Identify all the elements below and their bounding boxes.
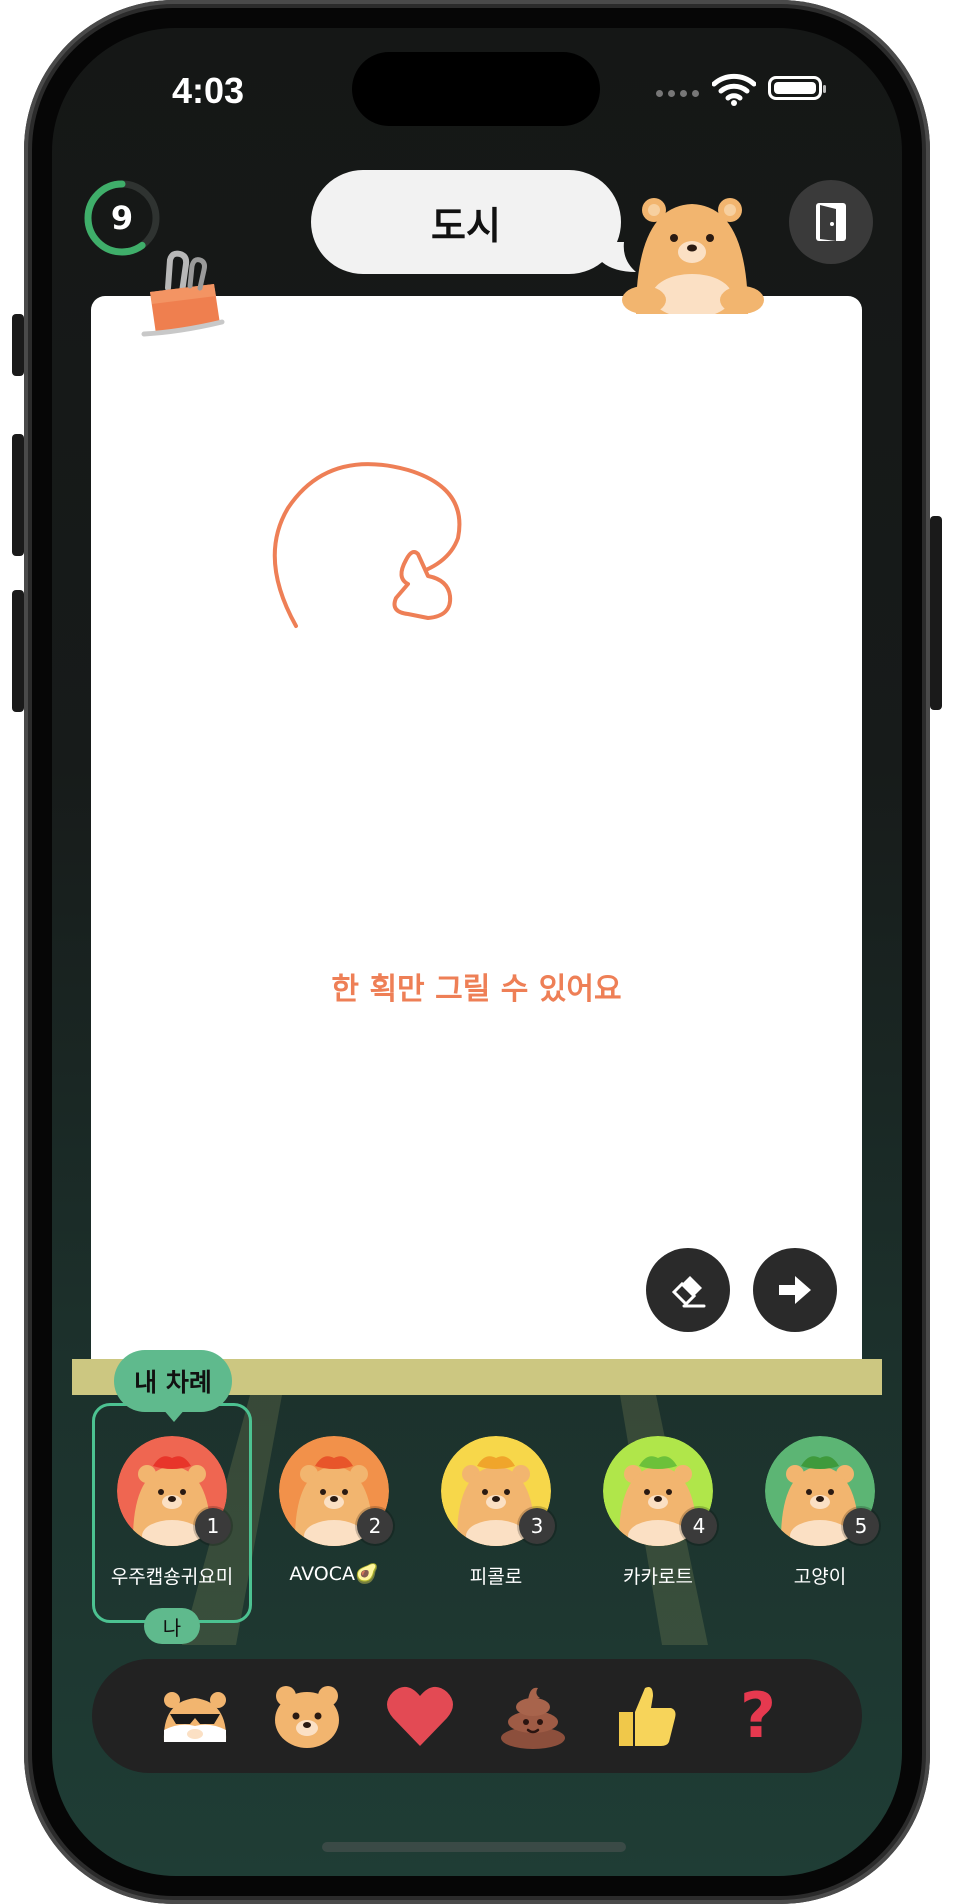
battery-icon [768, 76, 826, 100]
bear-mascot-icon [622, 198, 764, 314]
volume-down-button [12, 590, 24, 712]
hamster-sunglasses-icon [163, 1692, 227, 1742]
signal-dots-icon [656, 90, 699, 97]
question-mark-icon: ? [740, 1679, 776, 1752]
timer-value: 9 [110, 199, 134, 237]
heart-icon [387, 1686, 453, 1746]
home-indicator [322, 1842, 626, 1852]
player-number-badge: 4 [681, 1508, 717, 1544]
bear-face-icon [275, 1686, 339, 1748]
hint-text: 한 획만 그릴 수 있어요 [331, 972, 622, 1007]
screen: 4:03 9 도시 한 획만 그릴 수 있어요 내 차례 1 우주캡숑귀요미 2… [52, 28, 902, 1876]
hamster-reaction-button[interactable] [160, 1682, 230, 1750]
player-name: 카카로트 [623, 1566, 693, 1588]
word-bubble: 도시 [311, 170, 621, 274]
exit-room-button[interactable] [789, 180, 873, 264]
wifi-icon [712, 73, 756, 106]
heart-reaction-button[interactable] [385, 1682, 455, 1750]
status-time: 4:03 [172, 70, 245, 111]
player-name: 우주캡숑귀요미 [110, 1566, 234, 1588]
player-number-badge: 1 [195, 1508, 231, 1544]
topic-word: 도시 [431, 203, 501, 248]
thumbs-up-reaction-button[interactable] [611, 1682, 681, 1750]
next-button[interactable] [753, 1248, 837, 1332]
my-turn-badge: 내 차례 [114, 1350, 232, 1412]
me-badge: 나 [144, 1608, 200, 1644]
player-name: 고양이 [793, 1566, 847, 1588]
door-exit-icon [816, 203, 846, 241]
player-number-badge: 5 [843, 1508, 879, 1544]
player-name: AVOCA🥑 [289, 1563, 379, 1585]
volume-up-button [12, 434, 24, 556]
poop-reaction-button[interactable] [498, 1682, 568, 1750]
arrow-right-icon [779, 1276, 811, 1304]
action-button [12, 314, 24, 376]
poop-icon [501, 1687, 565, 1749]
thumbs-up-icon [619, 1687, 676, 1746]
player-number-badge: 2 [357, 1508, 393, 1544]
eraser-icon [671, 1276, 706, 1308]
eraser-button[interactable] [646, 1248, 730, 1332]
bear-reaction-button[interactable] [272, 1682, 342, 1750]
drawing-canvas[interactable] [91, 296, 862, 1368]
shopping-bag-icon [141, 250, 225, 337]
dynamic-island [352, 52, 600, 126]
one-stroke-hint-icon [272, 462, 462, 628]
power-button [930, 516, 942, 710]
player-number-badge: 3 [519, 1508, 555, 1544]
my-turn-badge-tail [162, 1408, 186, 1422]
question-reaction-button[interactable]: ? [723, 1682, 793, 1750]
player-name: 피콜로 [469, 1566, 523, 1588]
